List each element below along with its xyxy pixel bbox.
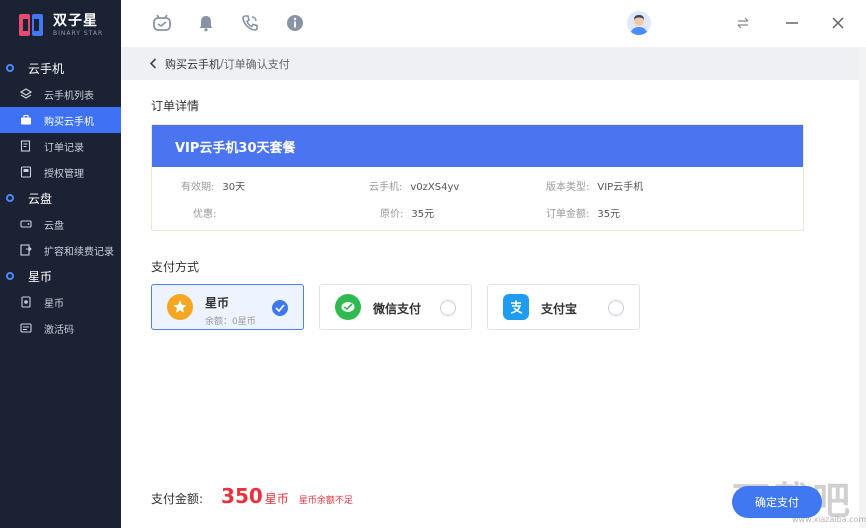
total-label: 支付金额:	[151, 492, 204, 506]
sidebar-item-label: 云盘	[44, 220, 64, 232]
payment-radio[interactable]	[608, 300, 624, 316]
sidebar-item-activation-code[interactable]: 激活码	[0, 315, 121, 341]
authorization-icon	[20, 166, 32, 178]
info-icon[interactable]	[284, 12, 306, 34]
payment-radio[interactable]	[440, 300, 456, 316]
group-dot-icon	[6, 64, 14, 72]
order-section-title: 订单详情	[151, 99, 200, 113]
payment-section-title: 支付方式	[151, 260, 200, 274]
sidebar-item-star-coin[interactable]: 星币	[0, 289, 121, 315]
nav-group-cloud-disk[interactable]: 云盘	[0, 185, 121, 211]
payment-name: 支付宝	[541, 302, 578, 316]
switch-icon[interactable]	[732, 12, 754, 34]
expand-icon	[20, 244, 32, 256]
top-bar	[121, 0, 866, 47]
sidebar-item-label: 扩容和续费记录	[44, 246, 114, 258]
nav-group-label: 云盘	[28, 191, 53, 206]
star-coin-icon	[167, 294, 193, 320]
payment-option-wechat[interactable]: 微信支付	[319, 284, 472, 330]
confirm-payment-button[interactable]: 确定支付	[732, 486, 822, 518]
nav-group-cloud-phone[interactable]: 云手机	[0, 55, 121, 81]
app-logo: 双子星 BINARY STAR	[0, 0, 121, 50]
code-card-icon	[20, 322, 32, 334]
nav-group-label: 云手机	[28, 61, 65, 76]
sidebar-item-expansion-records[interactable]: 扩容和续费记录	[0, 237, 121, 263]
user-avatar[interactable]	[627, 11, 651, 35]
order-original-price: 原价: 35元	[380, 209, 435, 220]
package-name: VIP云手机30天套餐	[152, 125, 803, 167]
sidebar-item-buy-phone[interactable]: 购买云手机	[0, 107, 121, 133]
sidebar-item-label: 激活码	[44, 324, 74, 336]
document-edit-icon	[20, 140, 32, 152]
sidebar: 双子星 BINARY STAR 云手机 云手机列表 购买云手机 订单记录 授权管…	[0, 0, 121, 528]
alipay-icon	[503, 294, 529, 320]
sidebar-item-phone-list[interactable]: 云手机列表	[0, 81, 121, 107]
sidebar-item-orders[interactable]: 订单记录	[0, 133, 121, 159]
insufficient-balance-warning: 星币余额不足	[298, 496, 353, 506]
payment-radio-selected[interactable]	[272, 300, 288, 316]
sidebar-item-label: 授权管理	[44, 168, 84, 180]
payment-total: 支付金额: 350 星币 星币余额不足	[151, 484, 353, 514]
group-dot-icon	[6, 194, 14, 202]
hard-drive-icon	[20, 218, 32, 230]
app-subtitle: BINARY STAR	[53, 29, 104, 37]
payment-option-star-coin[interactable]: 星币 余额：0星币	[151, 284, 304, 330]
binary-star-logo-icon	[17, 11, 45, 39]
breadcrumb-current: 订单确认支付	[223, 57, 290, 71]
nav-group-star-coin[interactable]: 星币	[0, 263, 121, 289]
breadcrumb-parent[interactable]: 购买云手机	[165, 56, 220, 72]
order-total: 订单金额: 35元	[546, 209, 621, 220]
sidebar-item-label: 订单记录	[44, 142, 84, 154]
phone-icon[interactable]	[239, 12, 261, 34]
sidebar-item-label: 星币	[44, 298, 64, 310]
app-name: 双子星	[53, 12, 98, 29]
payment-option-alipay[interactable]: 支付宝	[487, 284, 640, 330]
sidebar-item-authorization[interactable]: 授权管理	[0, 159, 121, 185]
order-card: VIP云手机30天套餐 有效期: 30天 云手机: v0zXS4yv 版本类型: VI…	[151, 124, 804, 231]
close-icon[interactable]	[827, 12, 849, 34]
scrollbar[interactable]	[859, 47, 866, 528]
nav-group-label: 星币	[28, 269, 53, 284]
briefcase-icon	[20, 114, 32, 126]
order-phone: 云手机: v0zXS4yv	[369, 182, 460, 193]
back-chevron-icon[interactable]	[149, 58, 157, 69]
payment-name: 星币	[205, 296, 230, 310]
coin-icon	[20, 296, 32, 308]
sidebar-item-cloud-disk[interactable]: 云盘	[0, 211, 121, 237]
sidebar-item-label: 购买云手机	[44, 116, 94, 128]
order-discount: 优惠:	[193, 209, 217, 220]
total-amount: 350	[221, 484, 263, 508]
breadcrumb: 购买云手机 / 订单确认支付	[121, 47, 859, 80]
order-version: 版本类型: VIP云手机	[546, 182, 644, 193]
robot-icon[interactable]	[151, 12, 173, 34]
wechat-pay-icon	[335, 294, 361, 320]
total-unit: 星币	[264, 492, 289, 506]
order-validity: 有效期: 30天	[181, 182, 246, 193]
payment-balance: 余额：0星币	[205, 317, 256, 327]
payment-name: 微信支付	[373, 302, 422, 316]
bell-icon[interactable]	[195, 12, 217, 34]
minimize-icon[interactable]	[781, 12, 803, 34]
sidebar-item-label: 云手机列表	[44, 90, 94, 102]
layers-icon	[20, 88, 32, 100]
group-dot-icon	[6, 272, 14, 280]
